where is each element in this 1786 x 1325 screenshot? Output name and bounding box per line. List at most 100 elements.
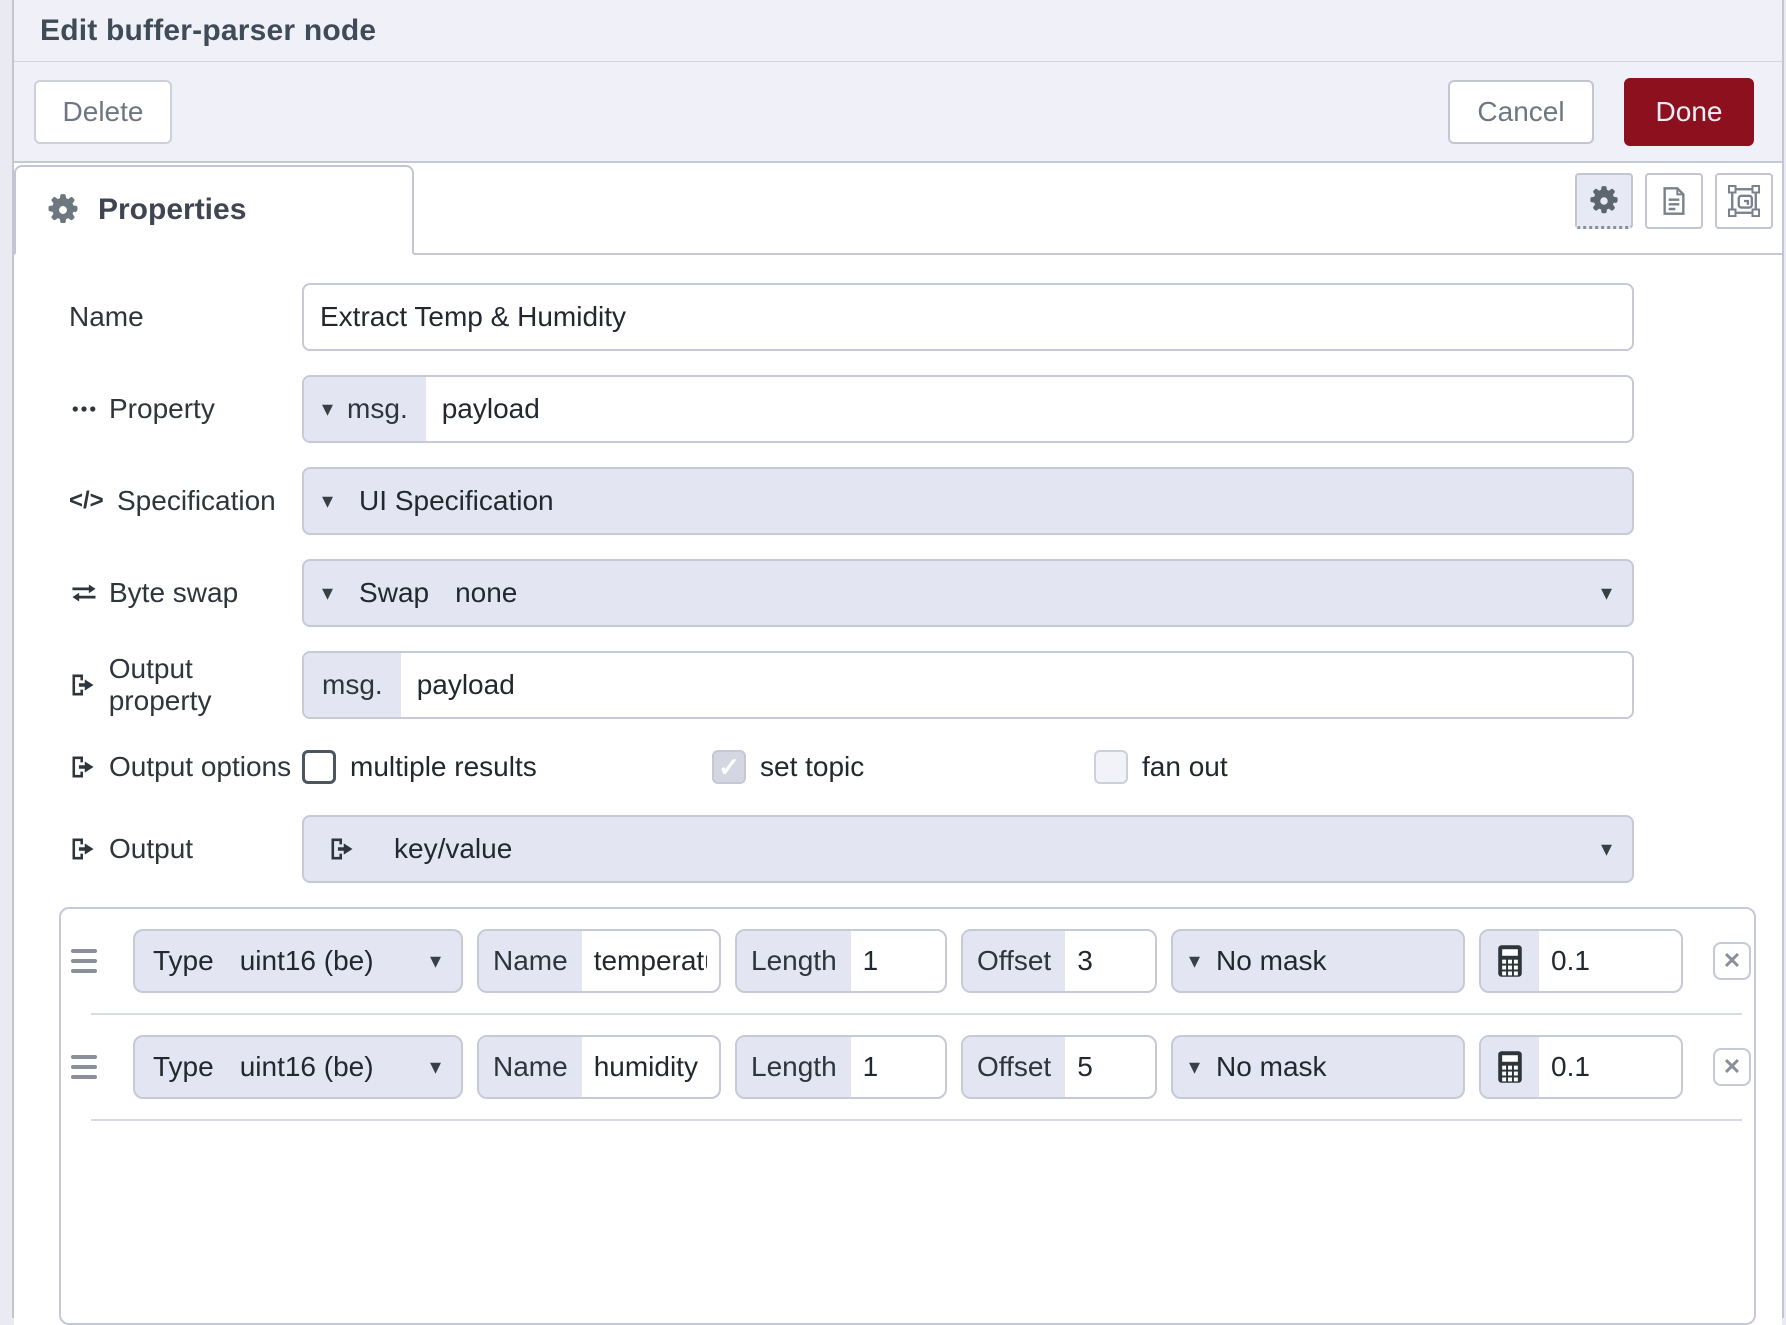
chevron-down-icon: ▾ [1601, 838, 1612, 860]
output-property-label: Output property [69, 653, 302, 717]
item-length-field: Length [735, 929, 947, 993]
byte-swap-row: Byte swap ▾ Swap none ▾ [69, 559, 1758, 627]
exchange-icon [69, 580, 109, 606]
item-name-input[interactable] [582, 1037, 719, 1097]
property-type-button[interactable]: ▾ msg. [304, 377, 426, 441]
byte-swap-label: Byte swap [69, 577, 302, 609]
item-offset-field: Offset [961, 929, 1157, 993]
item-offset-input[interactable] [1065, 931, 1155, 991]
output-label: Output [69, 833, 302, 865]
calculator-icon [1481, 1037, 1539, 1097]
chevron-down-icon: ▾ [322, 398, 333, 420]
properties-view-button[interactable] [1575, 173, 1633, 229]
item-type-select[interactable]: Type uint16 (be) ▾ [133, 929, 463, 993]
item-offset-field: Offset [961, 1035, 1157, 1099]
name-row: Name [69, 283, 1758, 351]
output-property-row: Output property msg. [69, 651, 1758, 719]
row-divider [91, 1119, 1742, 1121]
property-type-label: msg. [347, 393, 408, 425]
checkbox-unchecked-icon [1094, 750, 1128, 784]
name-label: Name [69, 301, 302, 333]
output-options-row: Output options multiple results ✓ set to… [69, 743, 1758, 791]
gear-icon [46, 193, 80, 227]
output-property-input[interactable] [401, 653, 1632, 717]
property-row: Property ▾ msg. [69, 375, 1758, 443]
output-property-type-label-wrap[interactable]: msg. [304, 653, 401, 717]
close-icon: ✕ [1723, 1054, 1741, 1080]
output-property-type-label: msg. [322, 669, 383, 701]
scope-icon [1727, 184, 1761, 218]
item-length-field: Length [735, 1035, 947, 1099]
item-scale-input[interactable] [1539, 1037, 1681, 1097]
drag-handle-icon[interactable] [71, 949, 107, 973]
sign-out-icon [69, 753, 109, 781]
checkbox-multiple-results[interactable]: multiple results [302, 750, 712, 784]
item-mask-value: No mask [1216, 1051, 1326, 1083]
output-options-checks: multiple results ✓ set topic fan out [302, 750, 1634, 784]
remove-item-button[interactable]: ✕ [1713, 942, 1751, 980]
output-value: key/value [394, 833, 512, 865]
item-mask-select[interactable]: ▾ No mask [1171, 1035, 1465, 1099]
parser-items-list: Type uint16 (be) ▾ Name Length Offset [59, 907, 1756, 1325]
drag-handle-icon[interactable] [71, 1055, 107, 1079]
chevron-down-icon: ▾ [1601, 582, 1612, 604]
item-offset-input[interactable] [1065, 1037, 1155, 1097]
checkbox-unchecked-icon [302, 750, 336, 784]
item-scale-input[interactable] [1539, 931, 1681, 991]
name-field-wrap [302, 283, 1634, 351]
property-label: Property [69, 393, 302, 425]
checkbox-checked-icon: ✓ [712, 750, 746, 784]
parser-item-row: Type uint16 (be) ▾ Name Length Offset [61, 1015, 1754, 1119]
specification-label: </> Specification [69, 485, 302, 517]
sign-out-icon [69, 835, 109, 863]
specification-row: </> Specification ▾ UI Specification [69, 467, 1758, 535]
done-button[interactable]: Done [1624, 78, 1754, 146]
byte-swap-prefix: Swap [359, 577, 429, 609]
output-select[interactable]: key/value ▾ [302, 815, 1634, 883]
checkbox-set-topic[interactable]: ✓ set topic [712, 750, 1094, 784]
item-mask-value: No mask [1216, 945, 1326, 977]
item-mask-select[interactable]: ▾ No mask [1171, 929, 1465, 993]
output-row: Output key/value ▾ [69, 815, 1758, 883]
item-length-input[interactable] [851, 931, 945, 991]
name-input[interactable] [304, 285, 1632, 349]
close-icon: ✕ [1723, 948, 1741, 974]
sign-out-icon [69, 671, 109, 699]
tab-properties-label: Properties [98, 193, 246, 227]
sign-out-icon [328, 835, 356, 863]
code-icon: </> [69, 487, 109, 515]
chevron-down-icon: ▾ [1189, 1056, 1200, 1078]
remove-item-button[interactable]: ✕ [1713, 1048, 1751, 1086]
item-name-input[interactable] [582, 931, 719, 991]
chevron-down-icon: ▾ [1189, 950, 1200, 972]
byte-swap-select[interactable]: ▾ Swap none ▾ [302, 559, 1634, 627]
chevron-down-icon: ▾ [430, 950, 441, 972]
cancel-button[interactable]: Cancel [1448, 80, 1594, 144]
item-type-value: uint16 (be) [240, 945, 374, 977]
specification-select[interactable]: ▾ UI Specification [302, 467, 1634, 535]
tab-properties[interactable]: Properties [14, 165, 414, 255]
property-input[interactable] [426, 377, 1632, 441]
document-icon [1658, 185, 1690, 217]
item-length-input[interactable] [851, 1037, 945, 1097]
chevron-down-icon: ▾ [322, 490, 333, 512]
appearance-view-button[interactable] [1715, 173, 1773, 229]
parser-item-row: Type uint16 (be) ▾ Name Length Offset [61, 909, 1754, 1013]
description-view-button[interactable] [1645, 173, 1703, 229]
delete-button[interactable]: Delete [34, 80, 172, 144]
tab-bar: Properties [14, 163, 1782, 255]
item-type-value: uint16 (be) [240, 1051, 374, 1083]
specification-value: UI Specification [359, 485, 554, 517]
checkbox-fan-out[interactable]: fan out [1094, 750, 1228, 784]
edit-node-dialog: Edit buffer-parser node Delete Cancel Do… [12, 0, 1784, 1318]
item-type-select[interactable]: Type uint16 (be) ▾ [133, 1035, 463, 1099]
calculator-icon [1481, 931, 1539, 991]
item-scale-field [1479, 1035, 1683, 1099]
item-name-field: Name [477, 1035, 721, 1099]
byte-swap-value: none [455, 577, 517, 609]
properties-form: Name Property ▾ msg. [14, 255, 1782, 1325]
property-typed-input: ▾ msg. [302, 375, 1634, 443]
ellipsis-icon [69, 394, 109, 424]
chevron-down-icon: ▾ [322, 582, 333, 604]
item-scale-field [1479, 929, 1683, 993]
